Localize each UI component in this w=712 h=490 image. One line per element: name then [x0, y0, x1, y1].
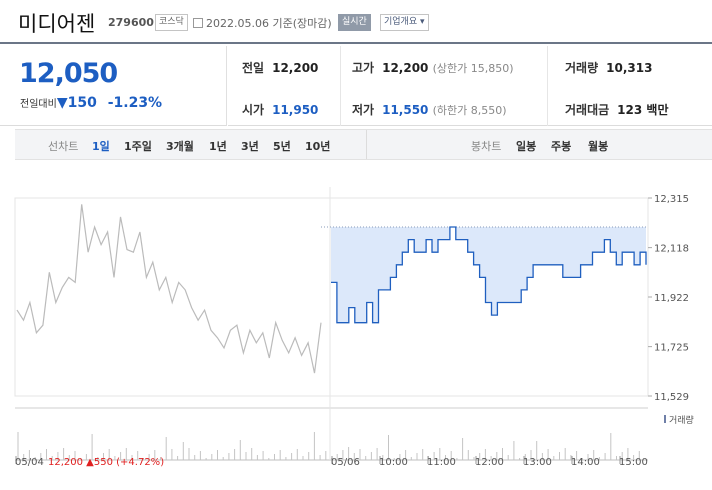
y-tick-label: 11,529: [654, 392, 689, 403]
prev-day-close: 12,200: [48, 457, 86, 468]
status-text: 기준(장마감): [272, 17, 332, 30]
x-tick-label: 12:00: [475, 457, 504, 468]
amount-value: 123 백만: [617, 103, 669, 117]
period-1w[interactable]: 1주일: [124, 138, 152, 154]
down-arrow-icon: ▼: [56, 95, 68, 111]
volume: 거래량 10,313: [565, 59, 652, 76]
x-tick-label: 14:00: [571, 457, 600, 468]
high-value: 12,200: [382, 61, 429, 75]
period-5y[interactable]: 5년: [273, 138, 291, 154]
period-1y[interactable]: 1년: [209, 138, 227, 154]
volume-bars: [17, 432, 640, 460]
stock-code: 279600: [108, 16, 154, 29]
candle-daily[interactable]: 일봉: [516, 138, 536, 154]
prev-close-value: 12,200: [272, 61, 319, 75]
divider: [547, 46, 548, 126]
x-tick-label: 15:00: [619, 457, 648, 468]
y-tick-label: 12,118: [654, 244, 689, 255]
volume-legend-label: 거래량: [669, 414, 694, 426]
period-10y[interactable]: 10년: [305, 138, 330, 154]
candle-monthly[interactable]: 월봉: [588, 138, 608, 154]
x-tick-label: 05/04: [15, 457, 44, 468]
date-label: 2022.05.06 기준(장마감): [193, 15, 332, 31]
calendar-icon: [193, 18, 203, 28]
change-percent: -1.23%: [107, 95, 163, 111]
x-tick-label: 10:00: [379, 457, 408, 468]
prev-close: 전일 12,200: [242, 59, 318, 76]
price-change: 전일대비▼150 -1.23%: [20, 95, 162, 111]
prev-day-pct: (+4.72%): [116, 457, 164, 468]
open-value: 11,950: [272, 103, 319, 117]
period-3m[interactable]: 3개월: [166, 138, 194, 154]
chart-svg: 12,315 12,118 11,922 11,725 11,529 거래량 05/04 05…: [14, 187, 694, 468]
divider: [366, 130, 367, 159]
volume-value: 10,313: [606, 61, 653, 75]
line-chart-label: 선차트: [48, 140, 79, 153]
chevron-down-icon: ▾: [420, 17, 425, 27]
market-badge: 코스닥: [155, 14, 188, 31]
volume-legend-swatch: [664, 415, 666, 423]
realtime-button[interactable]: 실시간: [338, 14, 371, 31]
x-tick-label: 05/06: [331, 457, 360, 468]
low-price: 저가 11,550 (하한가 8,550): [352, 101, 507, 118]
current-price: 12,050: [19, 58, 118, 89]
x-tick-label: 11:00: [427, 457, 456, 468]
period-1d[interactable]: 1일: [92, 138, 110, 154]
trade-amount: 거래대금 123 백만: [565, 101, 668, 118]
volume-label: 거래량: [565, 61, 599, 75]
low-label: 저가: [352, 103, 375, 117]
stock-header: 미디어젠 279600 코스닥 2022.05.06 기준(장마감) 실시간 기…: [0, 0, 712, 44]
prev-day-summary: 12,200 ▲550 (+4.72%): [48, 457, 164, 468]
period-toolbar: 선차트 1일 1주일 3개월 1년 3년 5년 10년 봉차트 일봉 주봉 월봉: [15, 129, 712, 160]
period-3y[interactable]: 3년: [241, 138, 259, 154]
prev-day-change: 550: [94, 457, 116, 468]
low-value: 11,550: [382, 103, 429, 117]
price-summary: 12,050 전일대비▼150 -1.23%: [0, 46, 227, 126]
divider: [340, 46, 341, 126]
prev-day-series: [16, 204, 322, 374]
company-info-dropdown[interactable]: 기업개요 ▾: [380, 14, 429, 31]
x-tick-label: 13:00: [523, 457, 552, 468]
lower-limit: (하한가 8,550): [432, 104, 507, 117]
high-price: 고가 12,200 (상한가 15,850): [352, 59, 514, 76]
upper-limit: (상한가 15,850): [432, 62, 514, 75]
date-value: 2022.05.06: [206, 17, 269, 30]
y-tick-label: 12,315: [654, 194, 689, 205]
amount-label: 거래대금: [565, 103, 610, 117]
change-label: 전일대비: [20, 99, 57, 110]
candle-chart-label: 봉차트: [471, 140, 502, 153]
high-label: 고가: [352, 61, 375, 75]
open-label: 시가: [242, 103, 265, 117]
stock-name: 미디어젠: [18, 12, 96, 36]
open-price: 시가 11,950: [242, 101, 318, 118]
quote-details: 전일 12,200 고가 12,200 (상한가 15,850) 거래량 10,313…: [228, 46, 712, 126]
change-value: 150: [67, 95, 97, 111]
y-tick-label: 11,922: [654, 293, 689, 304]
company-info-label: 기업개요: [384, 17, 418, 27]
candle-weekly[interactable]: 주봉: [551, 138, 571, 154]
prev-close-label: 전일: [242, 61, 265, 75]
y-tick-label: 11,725: [654, 343, 689, 354]
price-chart[interactable]: 12,315 12,118 11,922 11,725 11,529 거래량 05/04 05…: [0, 162, 712, 490]
